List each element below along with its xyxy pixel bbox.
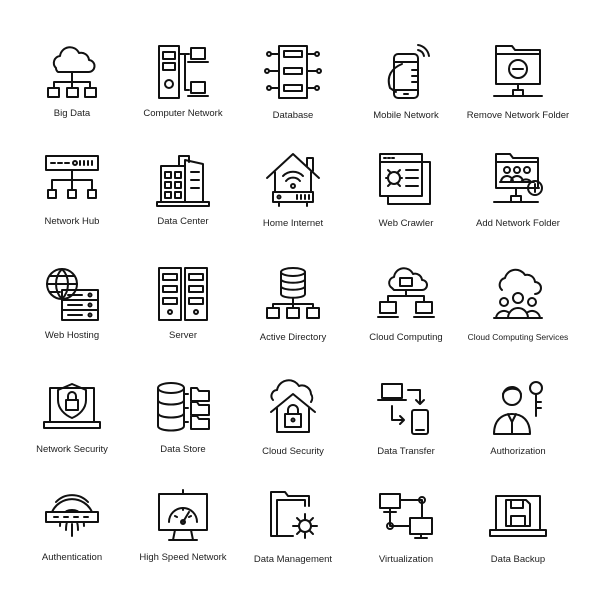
icon-item-add-network-folder: Add Network Folder <box>462 142 574 252</box>
folder-minus-network-icon <box>493 45 543 97</box>
icon-item-big-data: Big Data <box>16 34 128 144</box>
icon-label: Authorization <box>490 446 546 457</box>
user-key-icon <box>493 381 543 435</box>
folder-gear-icon <box>270 491 318 539</box>
icon-item-network-hub: Network Hub <box>16 142 128 252</box>
buildings-icon <box>156 155 210 207</box>
icon-item-high-speed-network: High Speed Network <box>127 478 239 588</box>
icon-label: Web Crawler <box>378 218 434 229</box>
icon-label: Home Internet <box>262 218 324 229</box>
icon-item-virtualization: Virtualization <box>350 478 462 588</box>
laptop-floppy-icon <box>489 495 547 537</box>
hub-icon <box>45 155 99 199</box>
cloud-computers-icon <box>377 267 435 318</box>
icon-label: Cloud Computing <box>369 332 443 343</box>
icon-item-home-internet: Home Internet <box>237 142 349 252</box>
monitor-speedometer-icon <box>158 489 208 541</box>
icon-label: Web Hosting <box>44 330 100 341</box>
icon-label: Cloud Security <box>262 446 324 457</box>
database-folders-icon <box>157 382 210 432</box>
icon-item-authentication: Authentication <box>16 478 128 588</box>
icon-item-data-management: Data Management <box>237 478 349 588</box>
hand-phone-signal-icon <box>387 44 430 99</box>
laptop-phone-arrows-icon <box>377 383 429 435</box>
icon-label: Active Directory <box>259 332 327 343</box>
monitors-network-icon <box>379 493 433 539</box>
icon-label: Data Management <box>253 554 333 565</box>
browser-bug-icon <box>379 153 431 205</box>
icon-item-data-center: Data Center <box>127 142 239 252</box>
icon-item-mobile-network: Mobile Network <box>350 34 462 144</box>
icon-label: Add Network Folder <box>476 218 560 229</box>
icon-label: Big Data <box>53 108 91 119</box>
icon-item-cloud-computing-services: Cloud Computing Services <box>462 256 574 366</box>
icon-item-data-transfer: Data Transfer <box>350 370 462 480</box>
icon-label: Computer Network <box>143 108 223 119</box>
icon-item-data-store: Data Store <box>127 370 239 480</box>
house-wifi-router-icon <box>266 153 320 207</box>
icon-label: Database <box>272 110 314 121</box>
icon-item-web-hosting: Web Hosting <box>16 256 128 366</box>
icon-item-computer-network: Computer Network <box>127 34 239 144</box>
icon-label: Data Center <box>157 216 209 227</box>
database-hierarchy-icon <box>266 267 320 319</box>
icon-label: High Speed Network <box>139 552 227 563</box>
icon-label: Mobile Network <box>373 110 439 121</box>
laptop-shield-icon <box>43 383 101 429</box>
fingerprint-password-icon <box>45 494 99 537</box>
icon-label: Authentication <box>41 552 103 563</box>
cloud-house-lock-icon <box>270 379 316 433</box>
icon-item-network-security: Network Security <box>16 370 128 480</box>
icon-label: Data Transfer <box>377 446 435 457</box>
icon-label: Data Store <box>160 444 206 455</box>
icon-label: Virtualization <box>378 554 434 565</box>
icon-label: Cloud Computing Services <box>467 332 569 342</box>
cloud-users-icon <box>493 268 543 319</box>
icon-item-web-crawler: Web Crawler <box>350 142 462 252</box>
cloud-hierarchy-icon <box>47 46 97 98</box>
icon-label: Network Security <box>36 444 108 455</box>
icon-item-cloud-computing: Cloud Computing <box>350 256 462 366</box>
icon-item-active-directory: Active Directory <box>237 256 349 366</box>
server-racks-icon <box>158 267 208 321</box>
folder-users-plus-icon <box>493 153 543 203</box>
icon-label: Server <box>169 330 197 341</box>
icon-item-cloud-security: Cloud Security <box>237 370 349 480</box>
icon-item-database: Database <box>237 34 349 144</box>
icon-label: Data Backup <box>490 554 546 565</box>
icon-item-server: Server <box>127 256 239 366</box>
icon-item-remove-network-folder: Remove Network Folder <box>462 34 574 144</box>
tower-laptops-icon <box>158 45 209 99</box>
icon-label: Network Hub <box>44 216 100 227</box>
globe-server-icon <box>46 268 99 321</box>
icon-item-data-backup: Data Backup <box>462 478 574 588</box>
icon-item-authorization: Authorization <box>462 370 574 480</box>
icon-label: Remove Network Folder <box>466 110 570 121</box>
server-circuit-icon <box>264 45 322 99</box>
